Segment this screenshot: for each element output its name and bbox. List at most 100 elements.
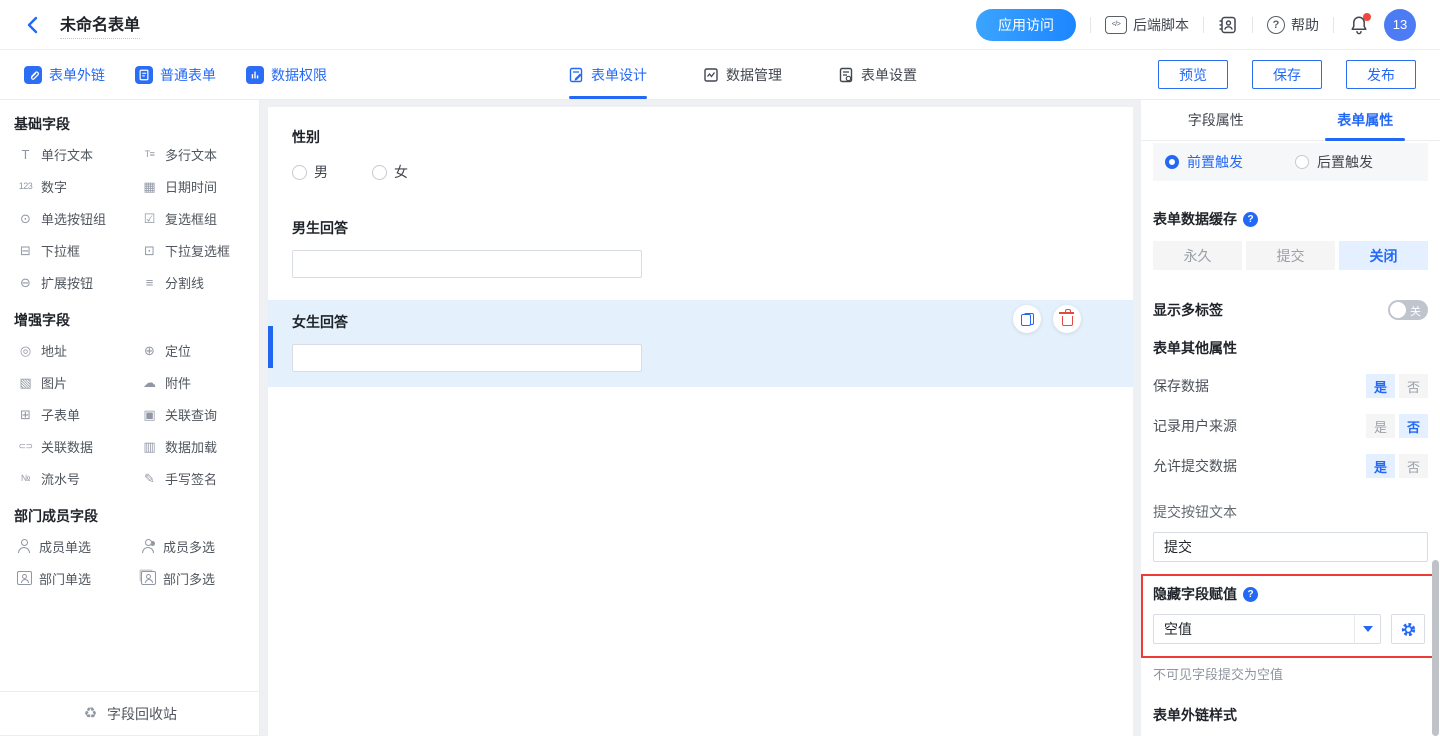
copy-field-button[interactable] bbox=[1013, 305, 1041, 333]
canvas-field-gender[interactable]: 性别 男 女 bbox=[268, 115, 1133, 192]
field-item-data-load[interactable]: ▥数据加载 bbox=[136, 430, 248, 462]
textarea-icon: T≡ bbox=[141, 150, 158, 159]
avatar[interactable]: 13 bbox=[1384, 9, 1416, 41]
field-item-dept-single[interactable]: 部门单选 bbox=[12, 562, 136, 594]
field-item-datetime[interactable]: ▦日期时间 bbox=[136, 170, 248, 202]
hidden-field-select[interactable]: 空值 bbox=[1153, 614, 1381, 644]
radio-option-pre-trigger[interactable]: 前置触发 bbox=[1165, 152, 1243, 172]
text-icon: T bbox=[17, 148, 34, 161]
panel-scrollbar[interactable] bbox=[1432, 560, 1439, 736]
hidden-field-caption: 不可见字段提交为空值 bbox=[1153, 664, 1428, 683]
record-source-no-button[interactable]: 否 bbox=[1399, 414, 1428, 438]
bar-chart-icon bbox=[246, 66, 264, 84]
help-button[interactable]: 帮助 bbox=[1267, 15, 1319, 35]
field-item-image[interactable]: ▧图片 bbox=[12, 366, 136, 398]
record-source-yes-button[interactable]: 是 bbox=[1366, 414, 1395, 438]
save-button[interactable]: 保存 bbox=[1252, 60, 1322, 89]
divider-icon: ≡ bbox=[141, 276, 158, 289]
properties-panel: 字段属性 表单属性 前置触发 后置触发 表单数据缓存 永久 提交 bbox=[1141, 100, 1440, 736]
app-access-button[interactable]: 应用访问 bbox=[976, 9, 1076, 41]
field-item-address[interactable]: ◎地址 bbox=[12, 334, 136, 366]
preview-button[interactable]: 预览 bbox=[1158, 60, 1228, 89]
submit-button-text-input[interactable] bbox=[1153, 532, 1428, 562]
multi-tab-label: 显示多标签 bbox=[1153, 300, 1223, 320]
allow-submit-no-button[interactable]: 否 bbox=[1399, 454, 1428, 478]
data-load-icon: ▥ bbox=[141, 440, 158, 453]
section-title-dept-member-fields: 部门成员字段 bbox=[14, 506, 247, 526]
form-title[interactable]: 未命名表单 bbox=[60, 11, 140, 39]
radio-option-male[interactable]: 男 bbox=[292, 162, 328, 182]
field-item-linked-data[interactable]: ⊂⊃关联数据 bbox=[12, 430, 136, 462]
notification-button[interactable] bbox=[1348, 14, 1370, 36]
field-item-location[interactable]: ⊕定位 bbox=[136, 334, 248, 366]
checkbox-group-icon: ☑ bbox=[141, 212, 158, 225]
canvas-field-male-answer[interactable]: 男生回答 bbox=[268, 206, 1133, 288]
field-item-multiselect[interactable]: ⊡下拉复选框 bbox=[136, 234, 248, 266]
multi-tab-toggle[interactable]: 关 bbox=[1388, 300, 1428, 320]
linked-query-icon: ▣ bbox=[141, 408, 158, 421]
form-external-link-label: 表单外链 bbox=[49, 65, 105, 85]
male-answer-input[interactable] bbox=[292, 250, 642, 278]
form-external-link-button[interactable]: 表单外链 bbox=[24, 65, 105, 85]
allow-submit-yes-button[interactable]: 是 bbox=[1366, 454, 1395, 478]
tab-form-properties[interactable]: 表单属性 bbox=[1291, 100, 1440, 140]
submit-button-text-label: 提交按钮文本 bbox=[1153, 502, 1428, 522]
data-permission-button[interactable]: 数据权限 bbox=[246, 65, 327, 85]
serial-number-icon: № bbox=[17, 474, 34, 483]
field-item-dept-multi[interactable]: 部门多选 bbox=[136, 562, 248, 594]
field-item-member-multi[interactable]: 成员多选 bbox=[136, 530, 248, 562]
document-icon bbox=[135, 66, 153, 84]
form-canvas[interactable]: 性别 男 女 男生回答 女生回答 bbox=[268, 107, 1133, 736]
field-item-linked-query[interactable]: ▣关联查询 bbox=[136, 398, 248, 430]
contact-book-button[interactable] bbox=[1218, 15, 1238, 35]
tab-form-design[interactable]: 表单设计 bbox=[568, 50, 647, 99]
field-item-checkbox-group[interactable]: ☑复选框组 bbox=[136, 202, 248, 234]
radio-option-female[interactable]: 女 bbox=[372, 162, 408, 182]
field-item-attachment[interactable]: ☁附件 bbox=[136, 366, 248, 398]
field-item-single-line-text[interactable]: T单行文本 bbox=[12, 138, 136, 170]
save-data-no-button[interactable]: 否 bbox=[1399, 374, 1428, 398]
delete-field-button[interactable] bbox=[1053, 305, 1081, 333]
cache-option-group: 永久 提交 关闭 bbox=[1153, 241, 1428, 270]
field-item-radio-group[interactable]: ⊙单选按钮组 bbox=[12, 202, 136, 234]
section-title-basic-fields: 基础字段 bbox=[14, 114, 247, 134]
back-button[interactable] bbox=[20, 13, 44, 37]
tab-form-settings[interactable]: 表单设置 bbox=[838, 50, 917, 99]
section-title-enhanced-fields: 增强字段 bbox=[14, 310, 247, 330]
canvas-field-female-answer-selected[interactable]: 女生回答 bbox=[268, 300, 1133, 387]
field-recycle-bin-button[interactable]: ♻ 字段回收站 bbox=[0, 691, 259, 736]
recycle-icon: ♻ bbox=[82, 706, 99, 721]
help-circle-icon[interactable] bbox=[1243, 587, 1258, 602]
field-item-number[interactable]: 123数字 bbox=[12, 170, 136, 202]
backend-script-button[interactable]: 后端脚本 bbox=[1105, 15, 1189, 35]
tab-data-manage[interactable]: 数据管理 bbox=[703, 50, 782, 99]
field-item-signature[interactable]: ✎手写签名 bbox=[136, 462, 248, 494]
help-circle-icon[interactable] bbox=[1243, 212, 1258, 227]
field-item-member-single[interactable]: 成员单选 bbox=[12, 530, 136, 562]
tab-form-settings-label: 表单设置 bbox=[861, 65, 917, 85]
field-item-multi-line-text[interactable]: T≡多行文本 bbox=[136, 138, 248, 170]
cache-option-close[interactable]: 关闭 bbox=[1339, 241, 1428, 270]
cache-option-submit[interactable]: 提交 bbox=[1246, 241, 1335, 270]
field-item-extend-button[interactable]: ⊖扩展按钮 bbox=[12, 266, 136, 298]
radio-option-post-trigger[interactable]: 后置触发 bbox=[1295, 152, 1373, 172]
tab-field-properties[interactable]: 字段属性 bbox=[1141, 100, 1291, 140]
female-answer-input[interactable] bbox=[292, 344, 642, 372]
normal-form-button[interactable]: 普通表单 bbox=[135, 65, 216, 85]
publish-button[interactable]: 发布 bbox=[1346, 60, 1416, 89]
field-label: 男生回答 bbox=[292, 218, 1109, 238]
address-icon: ◎ bbox=[17, 344, 34, 357]
code-icon bbox=[1105, 16, 1127, 34]
field-item-select[interactable]: ⊟下拉框 bbox=[12, 234, 136, 266]
annotation-highlight-box: 隐藏字段赋值 空值 bbox=[1141, 574, 1437, 658]
hidden-field-settings-button[interactable] bbox=[1391, 614, 1425, 644]
link-icon bbox=[24, 66, 42, 84]
chevron-down-icon bbox=[1354, 615, 1380, 643]
field-item-divider[interactable]: ≡分割线 bbox=[136, 266, 248, 298]
save-data-yes-button[interactable]: 是 bbox=[1366, 374, 1395, 398]
copy-icon bbox=[1021, 313, 1034, 326]
field-item-subform[interactable]: ⊞子表单 bbox=[12, 398, 136, 430]
field-item-serial-number[interactable]: №流水号 bbox=[12, 462, 136, 494]
cache-option-permanent[interactable]: 永久 bbox=[1153, 241, 1242, 270]
number-icon: 123 bbox=[17, 182, 34, 191]
